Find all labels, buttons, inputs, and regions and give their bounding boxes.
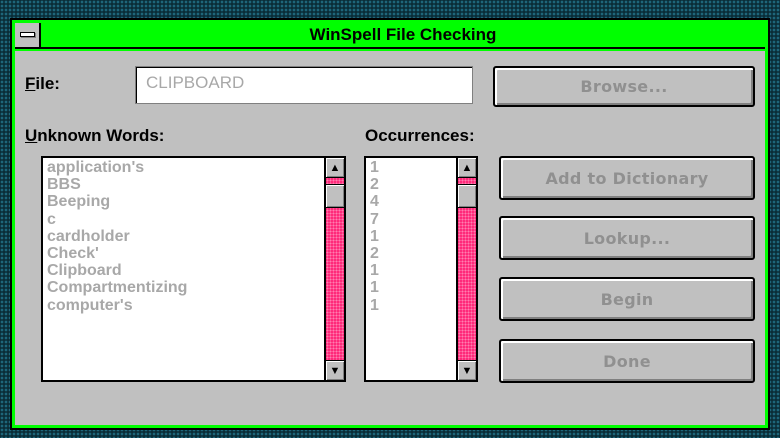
occurrence-item[interactable]: 1 (366, 262, 379, 279)
dialog-client-area: File: CLIPBOARD Browse... Unknown Words:… (15, 51, 765, 425)
occurrence-item[interactable]: 2 (366, 176, 379, 193)
file-label-mnemonic: F (25, 74, 36, 93)
scroll-thumb[interactable] (458, 184, 476, 208)
unknown-words-listbox[interactable]: application's BBS Beeping c cardholder Check'… (41, 156, 346, 382)
unknown-word-item[interactable]: Beeping (43, 193, 187, 210)
unknown-word-item[interactable]: Check' (43, 245, 187, 262)
lookup-button[interactable]: Lookup... (499, 216, 755, 260)
occurrence-item[interactable]: 1 (366, 159, 379, 176)
unknown-word-item[interactable]: application's (43, 159, 187, 176)
unknown-word-item[interactable]: c (43, 211, 187, 228)
unknown-words-label-mnemonic: U (25, 126, 38, 145)
unknown-word-item[interactable]: BBS (43, 176, 187, 193)
scroll-up-arrow-icon[interactable]: ▲ (458, 158, 476, 178)
title-bar[interactable]: WinSpell File Checking (15, 23, 765, 49)
add-to-dictionary-button[interactable]: Add to Dictionary (499, 156, 755, 200)
unknown-word-item[interactable]: Clipboard (43, 262, 187, 279)
occurrence-item[interactable]: 1 (366, 228, 379, 245)
occurrences-label: Occurrences: (365, 126, 475, 145)
scroll-down-arrow-icon[interactable]: ▼ (458, 360, 476, 380)
unknown-word-item[interactable]: Compartmentizing (43, 279, 187, 296)
unknown-word-item[interactable]: computer's (43, 297, 187, 314)
scroll-up-arrow-icon[interactable]: ▲ (326, 158, 344, 178)
winspell-dialog: WinSpell File Checking File: CLIPBOARD B… (10, 18, 770, 430)
browse-button[interactable]: Browse... (493, 66, 755, 107)
occurrences-listbox[interactable]: 124712111 ▲ ▼ (364, 156, 478, 382)
system-menu-icon[interactable] (15, 23, 41, 47)
occurrence-item[interactable]: 4 (366, 193, 379, 210)
system-menu-bar (20, 32, 35, 37)
unknown-words-list: application's BBS Beeping c cardholder Check'… (43, 159, 187, 314)
occurrence-item[interactable]: 2 (366, 245, 379, 262)
scroll-down-arrow-icon[interactable]: ▼ (326, 360, 344, 380)
unknown-word-item[interactable]: cardholder (43, 228, 187, 245)
done-button[interactable]: Done (499, 339, 755, 383)
occurrence-item[interactable]: 1 (366, 297, 379, 314)
unknown-words-scrollbar[interactable]: ▲ ▼ (324, 158, 344, 380)
file-field[interactable]: CLIPBOARD (135, 66, 473, 104)
unknown-words-label-rest: nknown Words: (37, 126, 165, 145)
scroll-thumb[interactable] (326, 184, 344, 208)
file-label-rest: ile: (35, 74, 60, 93)
file-field-value: CLIPBOARD (146, 73, 245, 92)
begin-button[interactable]: Begin (499, 277, 755, 321)
occurrences-scrollbar[interactable]: ▲ ▼ (456, 158, 476, 380)
occurrence-item[interactable]: 7 (366, 211, 379, 228)
file-label: File: (25, 74, 60, 94)
occurrence-item[interactable]: 1 (366, 279, 379, 296)
occurrences-list: 124712111 (366, 159, 379, 314)
unknown-words-label: Unknown Words: (25, 126, 164, 146)
window-title: WinSpell File Checking (309, 25, 497, 44)
